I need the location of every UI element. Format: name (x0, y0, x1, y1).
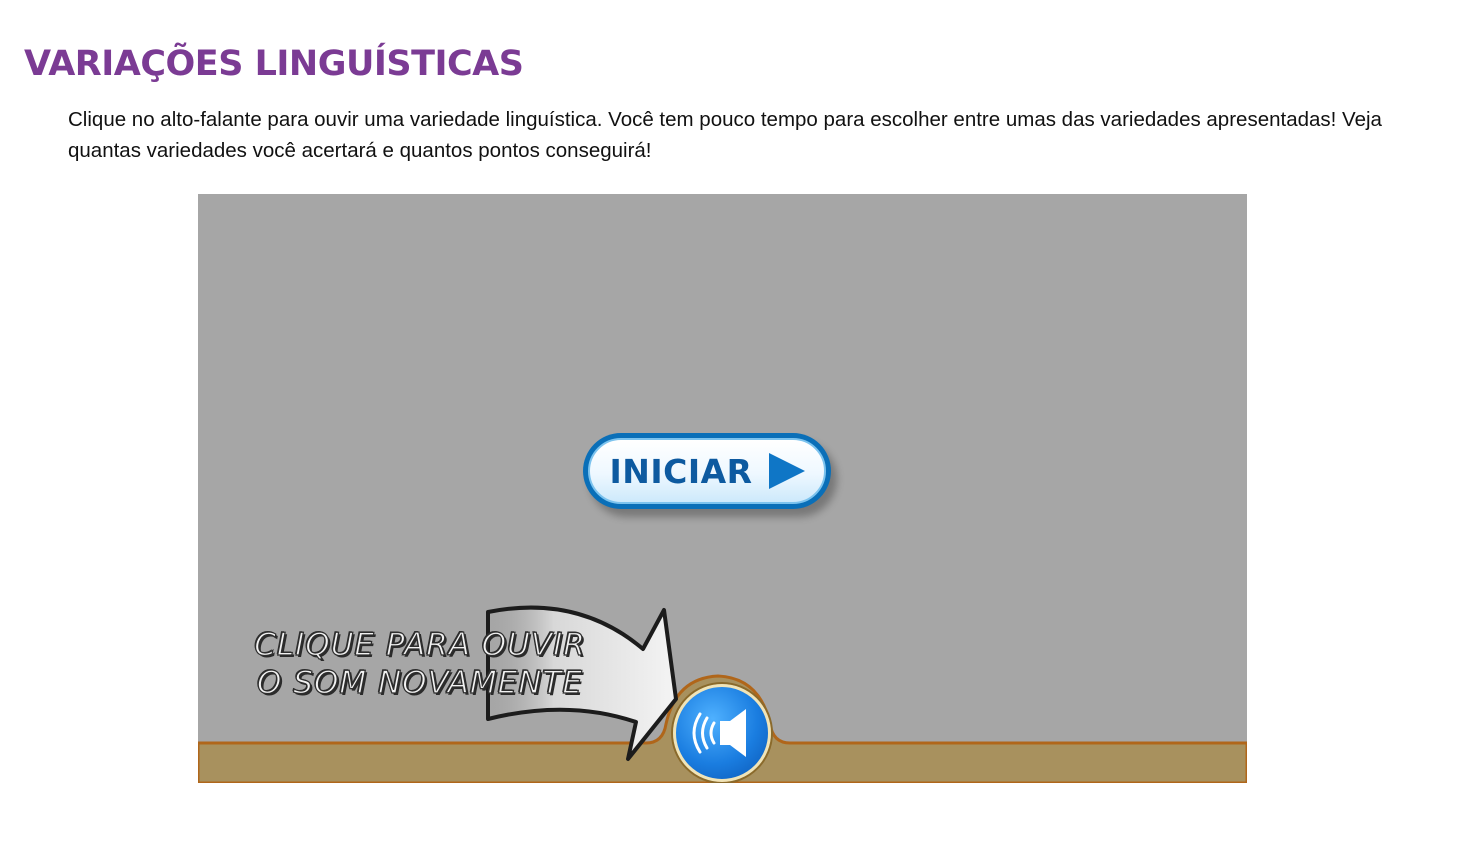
start-button-face: INICIAR (588, 438, 826, 504)
game-frame[interactable]: INICIAR CLIQUE PARA OUVIR O SOM NOVAMENT… (198, 194, 1247, 783)
replay-hint: CLIQUE PARA OUVIR O SOM NOVAMENTE (240, 626, 600, 702)
start-button[interactable]: INICIAR (583, 433, 831, 509)
replay-hint-line-1: CLIQUE PARA OUVIR (254, 626, 586, 663)
page-title: VARIAÇÕES LINGUÍSTICAS (24, 44, 524, 84)
start-button-label: INICIAR (609, 451, 753, 491)
sound-button[interactable] (673, 684, 771, 782)
replay-hint-line-2: O SOM NOVAMENTE (256, 664, 583, 701)
instructions-text: Clique no alto-falante para ouvir uma va… (68, 108, 1382, 162)
speaker-icon (692, 709, 746, 757)
play-icon (768, 453, 805, 489)
